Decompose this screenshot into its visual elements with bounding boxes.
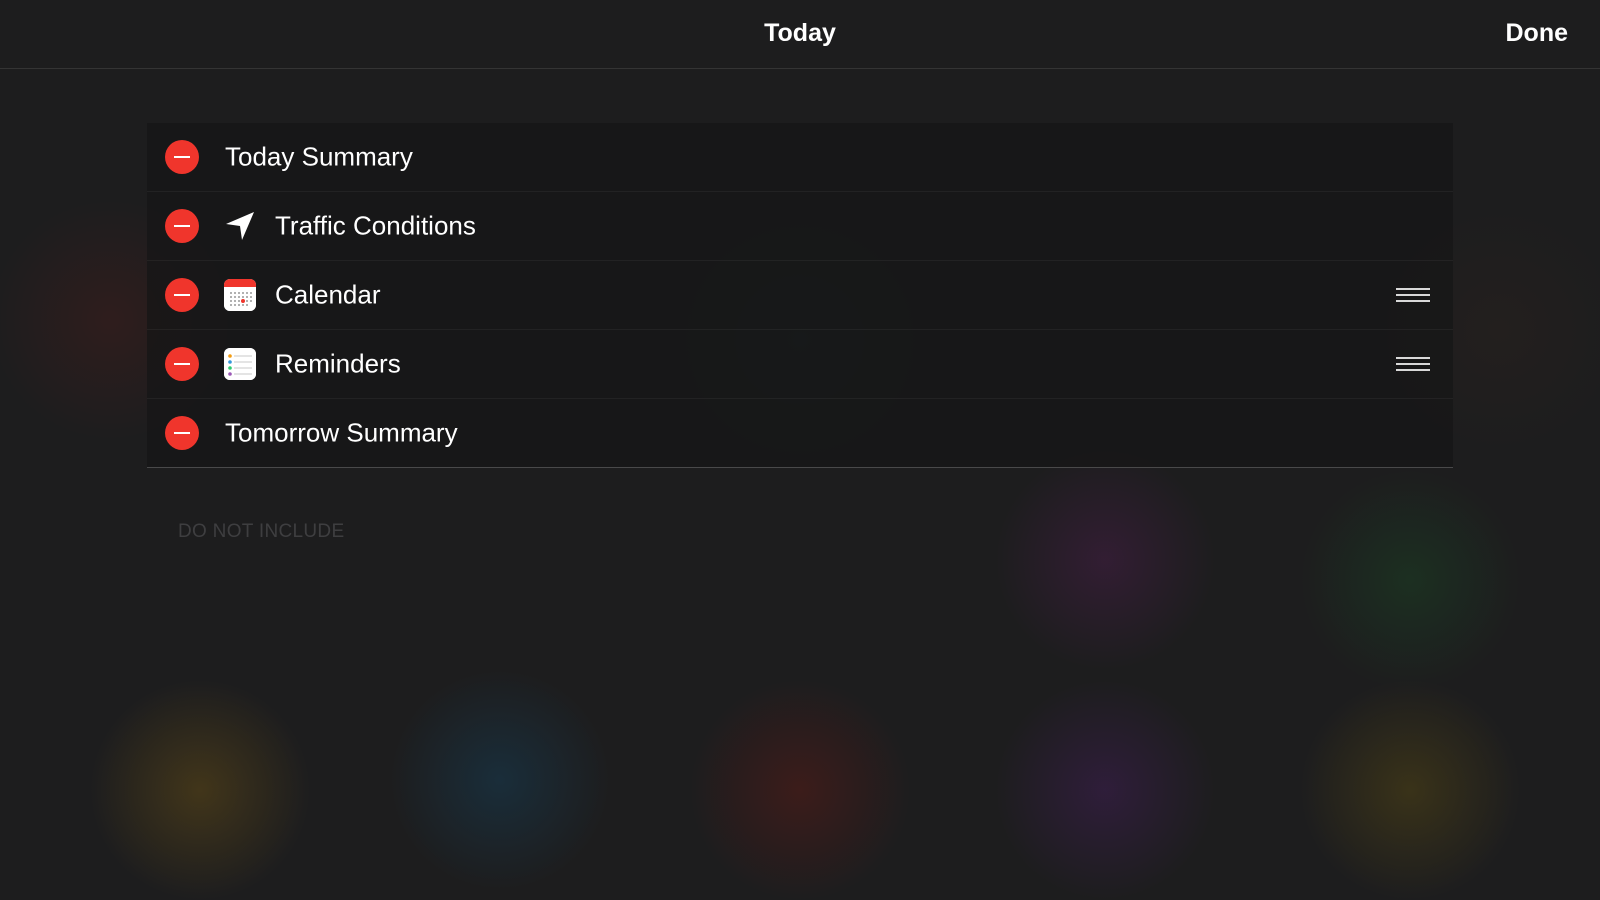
remove-widget-button[interactable] — [165, 347, 199, 381]
remove-widget-button[interactable] — [165, 416, 199, 450]
widget-row-calendar: Calendar — [147, 261, 1453, 330]
reorder-handle-icon[interactable] — [1396, 357, 1430, 371]
widget-label: Today Summary — [225, 141, 413, 172]
widget-row-today-summary: Today Summary — [147, 123, 1453, 192]
widget-row-traffic-conditions: Traffic Conditions — [147, 192, 1453, 261]
widget-list: Today Summary Traffic Conditions Calenda… — [147, 123, 1453, 468]
calendar-app-icon — [224, 279, 256, 311]
page-title: Today — [764, 19, 836, 47]
widget-label: Reminders — [275, 348, 401, 379]
location-arrow-icon — [224, 210, 256, 242]
remove-widget-button[interactable] — [165, 278, 199, 312]
remove-widget-button[interactable] — [165, 140, 199, 174]
widget-label: Calendar — [275, 279, 381, 310]
widget-label: Traffic Conditions — [275, 210, 476, 241]
done-button[interactable]: Done — [1506, 19, 1569, 48]
widget-row-tomorrow-summary: Tomorrow Summary — [147, 399, 1453, 467]
widget-label: Tomorrow Summary — [225, 417, 458, 448]
do-not-include-section-header: DO NOT INCLUDE — [178, 521, 345, 542]
remove-widget-button[interactable] — [165, 209, 199, 243]
reminders-app-icon — [224, 348, 256, 380]
widget-row-reminders: Reminders — [147, 330, 1453, 399]
navigation-bar: Today Done — [0, 0, 1600, 69]
reorder-handle-icon[interactable] — [1396, 288, 1430, 302]
